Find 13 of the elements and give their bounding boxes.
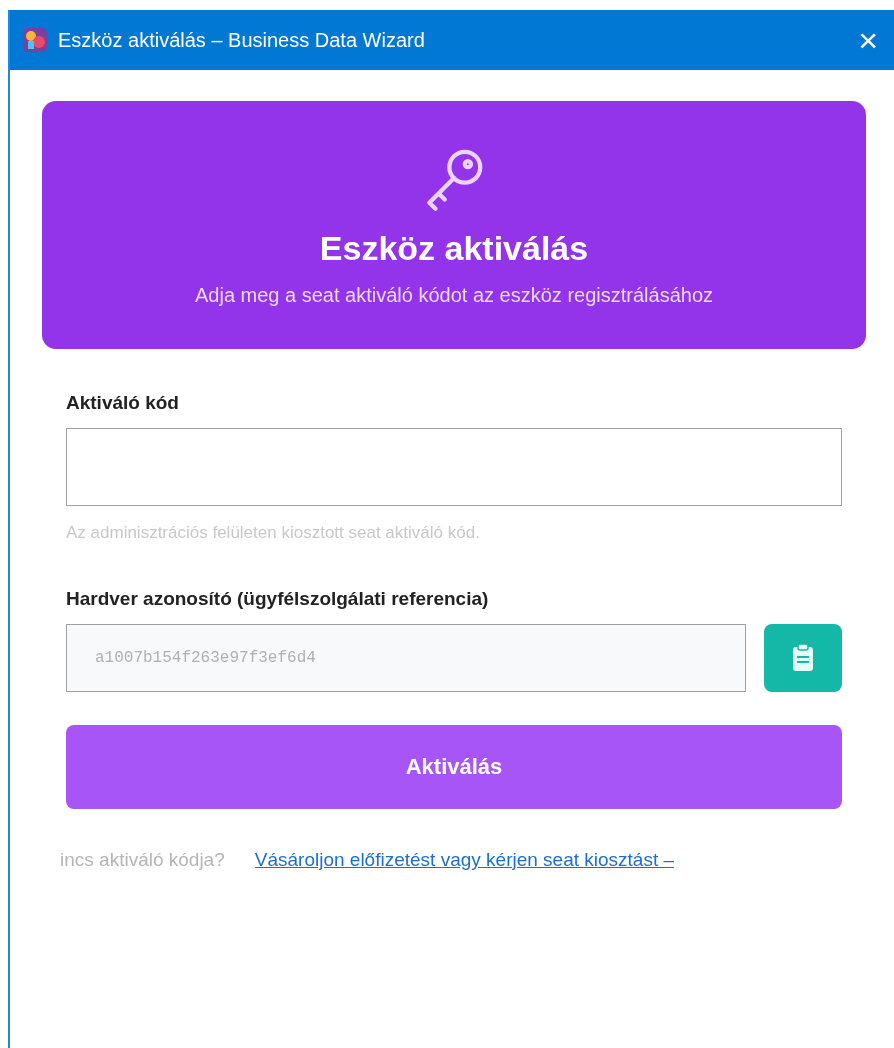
activate-button[interactable]: Aktiválás (66, 724, 842, 809)
window-title: Eszköz aktiválás – Business Data Wizard (58, 28, 425, 53)
clipboard-icon (791, 642, 815, 673)
close-button[interactable]: × (854, 23, 882, 57)
field-label: Aktiváló kód (66, 391, 180, 415)
app-icon (22, 27, 48, 53)
footer-question: incs aktiváló kódja? (60, 847, 225, 872)
copy-button[interactable] (764, 623, 842, 692)
header-title: Eszköz aktiválás (319, 228, 589, 269)
field-label: Hardver azonosító (ügyfélszolgálati referencia) (66, 587, 490, 611)
activation-code-field[interactable] (66, 427, 842, 506)
subscription-link[interactable]: Vásároljon előfizetést vagy kérjen seat kiosztást – (254, 845, 675, 874)
header-subtitle: Adja meg a seat aktiváló kódot az eszköz regisztrálásához (194, 283, 713, 308)
